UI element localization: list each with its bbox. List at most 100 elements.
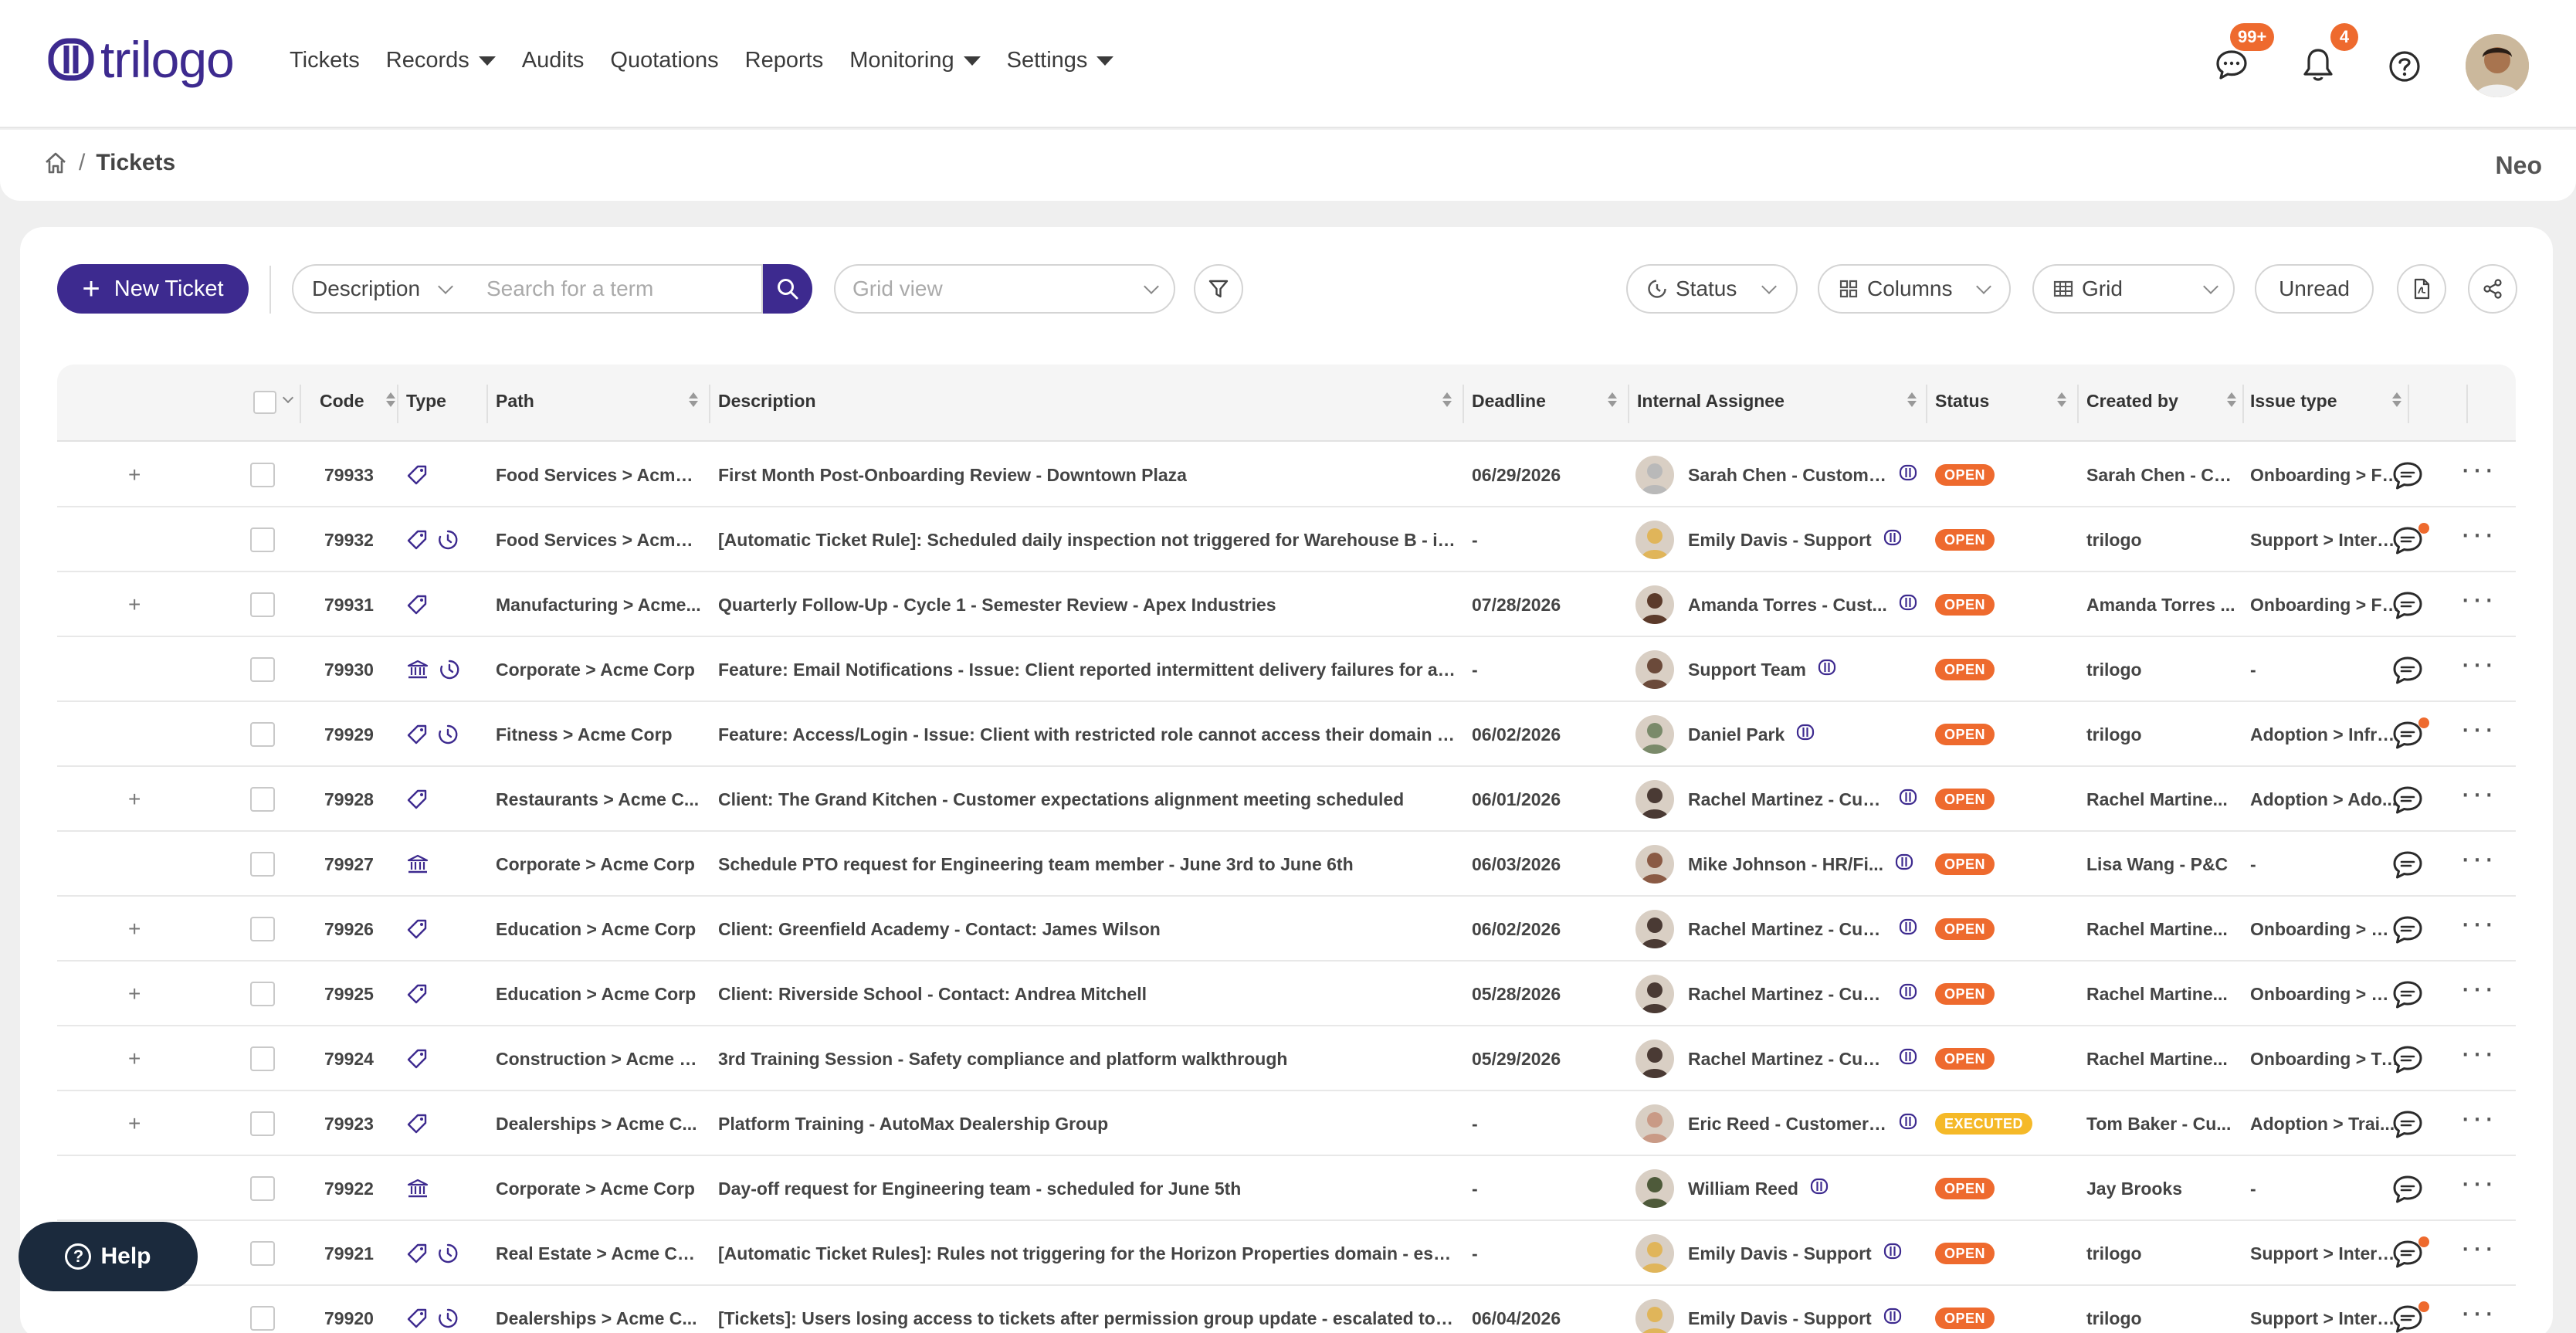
layout-select[interactable]: Grid xyxy=(2032,264,2235,314)
row-checkbox[interactable] xyxy=(250,592,275,617)
ticket-description[interactable]: Platform Training - AutoMax Dealership G… xyxy=(718,1091,1456,1156)
table-row[interactable]: +79925 Education > Acme Corp Client: River… xyxy=(57,962,2516,1026)
export-pdf-button[interactable] xyxy=(2397,264,2446,314)
table-row[interactable]: +79923 Dealerships > Acme C... Platform Tr… xyxy=(57,1091,2516,1156)
comments-icon[interactable] xyxy=(2391,589,2425,622)
search-input[interactable]: Search for a term xyxy=(468,264,763,314)
user-avatar[interactable] xyxy=(2466,34,2529,97)
nav-settings[interactable]: Settings xyxy=(1007,48,1114,73)
table-row[interactable]: +79926 Education > Acme Corp Client: Green… xyxy=(57,897,2516,962)
table-row[interactable]: 79930 Corporate > Acme Corp Feature: Email… xyxy=(57,637,2516,702)
more-options-icon[interactable]: ··· xyxy=(2460,1102,2496,1133)
ticket-description[interactable]: Feature: Email Notifications - Issue: Cl… xyxy=(718,637,1456,702)
ticket-description[interactable]: Quarterly Follow-Up - Cycle 1 - Semester… xyxy=(718,572,1456,637)
more-options-icon[interactable]: ··· xyxy=(2460,1167,2496,1198)
row-checkbox[interactable] xyxy=(250,527,275,552)
more-options-icon[interactable]: ··· xyxy=(2460,1037,2496,1068)
share-button[interactable] xyxy=(2468,264,2517,314)
expand-row-icon[interactable]: + xyxy=(128,1113,141,1135)
home-icon[interactable] xyxy=(43,151,68,175)
status-filter-button[interactable]: Status xyxy=(1626,264,1798,314)
expand-row-icon[interactable]: + xyxy=(128,918,141,940)
row-checkbox[interactable] xyxy=(250,852,275,877)
filter-button[interactable] xyxy=(1194,264,1243,314)
more-options-icon[interactable]: ··· xyxy=(2460,843,2496,873)
more-options-icon[interactable]: ··· xyxy=(2460,972,2496,1003)
comments-icon[interactable] xyxy=(2391,460,2425,492)
ticket-description[interactable]: [Tickets]: Users losing access to ticket… xyxy=(718,1286,1456,1333)
select-all-checkbox[interactable] xyxy=(253,391,276,414)
more-options-icon[interactable]: ··· xyxy=(2460,648,2496,679)
comments-icon[interactable] xyxy=(2391,654,2425,687)
table-row[interactable]: 79920 Dealerships > Acme C... [Tickets]: U… xyxy=(57,1286,2516,1333)
more-options-icon[interactable]: ··· xyxy=(2460,1232,2496,1263)
row-checkbox[interactable] xyxy=(250,657,275,682)
expand-row-icon[interactable]: + xyxy=(128,1048,141,1070)
table-row[interactable]: +79933 Food Services > Acme ... First Mont… xyxy=(57,443,2516,507)
row-checkbox[interactable] xyxy=(250,787,275,812)
comments-icon[interactable] xyxy=(2391,1173,2425,1206)
search-button[interactable] xyxy=(763,264,812,314)
user-name[interactable]: Neo xyxy=(2496,151,2542,180)
ticket-description[interactable]: [Automatic Ticket Rules]: Rules not trig… xyxy=(718,1221,1456,1286)
table-row[interactable]: 79921 Real Estate > Acme Corp [Automatic T… xyxy=(57,1221,2516,1286)
more-options-icon[interactable]: ··· xyxy=(2460,907,2496,938)
column-header-path[interactable]: Path xyxy=(496,391,698,412)
column-header-deadline[interactable]: Deadline xyxy=(1472,391,1617,412)
nav-audits[interactable]: Audits xyxy=(522,48,585,73)
more-options-icon[interactable]: ··· xyxy=(2460,453,2496,484)
new-ticket-button[interactable]: + New Ticket xyxy=(57,264,249,314)
column-header-issue-type[interactable]: Issue type xyxy=(2250,391,2401,412)
search-field-select[interactable]: Description xyxy=(292,264,469,314)
comments-icon[interactable] xyxy=(2391,784,2425,816)
table-row[interactable]: 79929 Fitness > Acme Corp Feature: Access/… xyxy=(57,702,2516,767)
table-row[interactable]: 79927 Corporate > Acme Corp Schedule PTO r… xyxy=(57,832,2516,897)
row-checkbox[interactable] xyxy=(250,1306,275,1331)
trilogo-logo[interactable]: trilogo xyxy=(48,34,235,85)
grid-view-select[interactable]: Grid view xyxy=(834,264,1175,314)
nav-records[interactable]: Records xyxy=(386,48,496,73)
comments-icon[interactable] xyxy=(2391,914,2425,946)
comments-icon[interactable] xyxy=(2391,1043,2425,1076)
help-button[interactable]: ? Help xyxy=(19,1222,198,1291)
ticket-description[interactable]: Schedule PTO request for Engineering tea… xyxy=(718,832,1456,897)
row-checkbox[interactable] xyxy=(250,917,275,941)
more-options-icon[interactable]: ··· xyxy=(2460,713,2496,744)
nav-tickets[interactable]: Tickets xyxy=(290,48,360,73)
ticket-description[interactable]: 3rd Training Session - Safety compliance… xyxy=(718,1026,1456,1091)
table-row[interactable]: +79931 Manufacturing > Acme... Quarterly F… xyxy=(57,572,2516,637)
expand-row-icon[interactable]: + xyxy=(128,983,141,1005)
nav-reports[interactable]: Reports xyxy=(745,48,824,73)
more-options-icon[interactable]: ··· xyxy=(2460,583,2496,614)
columns-button[interactable]: Columns xyxy=(1818,264,2011,314)
more-options-icon[interactable]: ··· xyxy=(2460,778,2496,809)
column-header-code[interactable]: Code xyxy=(320,391,395,412)
ticket-description[interactable]: Feature: Access/Login - Issue: Client wi… xyxy=(718,702,1456,767)
column-header-description[interactable]: Description xyxy=(718,391,1452,412)
help-center-button[interactable] xyxy=(2383,45,2426,88)
unread-filter-button[interactable]: Unread xyxy=(2255,264,2374,314)
column-header-type[interactable]: Type xyxy=(406,391,446,412)
more-options-icon[interactable]: ··· xyxy=(2460,518,2496,549)
comments-icon[interactable] xyxy=(2391,849,2425,881)
column-header-internal-assignee[interactable]: Internal Assignee xyxy=(1637,391,1917,412)
expand-row-icon[interactable]: + xyxy=(128,594,141,616)
nav-quotations[interactable]: Quotations xyxy=(610,48,718,73)
table-row[interactable]: +79924 Construction > Acme C... 3rd Traini… xyxy=(57,1026,2516,1091)
ticket-description[interactable]: Day-off request for Engineering team - s… xyxy=(718,1156,1456,1221)
row-checkbox[interactable] xyxy=(250,1176,275,1201)
ticket-description[interactable]: Client: Greenfield Academy - Contact: Ja… xyxy=(718,897,1456,962)
comments-icon[interactable] xyxy=(2391,1108,2425,1141)
table-row[interactable]: 79932 Food Services > Acme ... [Automatic … xyxy=(57,507,2516,572)
ticket-description[interactable]: Client: Riverside School - Contact: Andr… xyxy=(718,962,1456,1026)
more-options-icon[interactable]: ··· xyxy=(2460,1297,2496,1328)
nav-monitoring[interactable]: Monitoring xyxy=(849,48,981,73)
table-row[interactable]: +79928 Restaurants > Acme C... Client: The… xyxy=(57,767,2516,832)
table-row[interactable]: 79922 Corporate > Acme Corp Day-off reques… xyxy=(57,1156,2516,1221)
comments-icon[interactable] xyxy=(2391,979,2425,1011)
column-header-created-by[interactable]: Created by xyxy=(2086,391,2236,412)
ticket-description[interactable]: Client: The Grand Kitchen - Customer exp… xyxy=(718,767,1456,832)
ticket-description[interactable]: [Automatic Ticket Rule]: Scheduled daily… xyxy=(718,507,1456,572)
expand-row-icon[interactable]: + xyxy=(128,789,141,810)
row-checkbox[interactable] xyxy=(250,463,275,487)
